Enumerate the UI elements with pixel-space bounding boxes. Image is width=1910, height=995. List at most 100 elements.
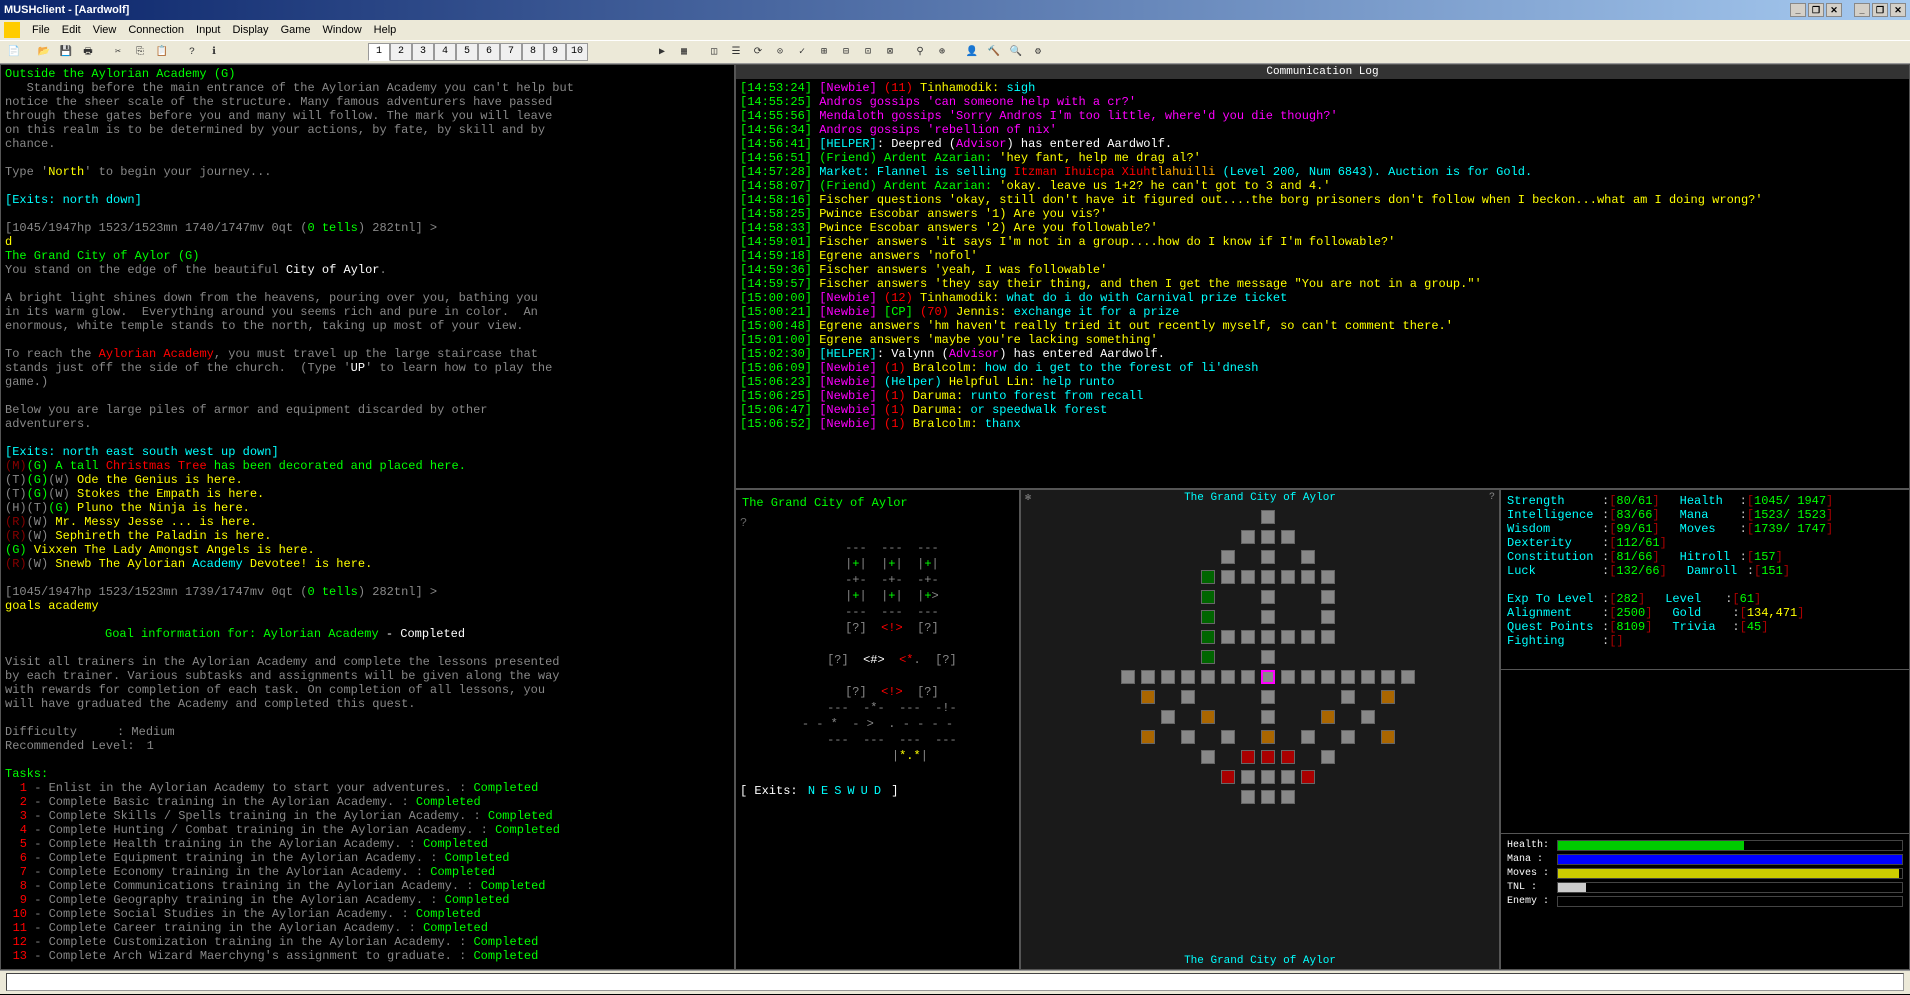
menu-display[interactable]: Display: [226, 22, 274, 38]
minimize-button[interactable]: _: [1790, 3, 1806, 17]
stats-block: Strength: [ 80/61]Health: [ 1045/ 1947]I…: [1501, 490, 1909, 670]
world-tab-7[interactable]: 7: [500, 43, 522, 61]
room-info-pane[interactable]: The Grand City of Aylor ? --- --- --- |+…: [735, 489, 1020, 970]
communication-log[interactable]: Communication Log [14:53:24] [Newbie] (1…: [735, 64, 1910, 489]
map-room: [1161, 710, 1175, 724]
graphical-map[interactable]: ✻ ? The Grand City of Aylor The Grand Ci…: [1020, 489, 1500, 970]
commlog-line: [15:06:52] [Newbie] (1) Bralcolm: thanx: [740, 417, 1905, 431]
map-room: [1401, 670, 1415, 684]
toolbar-icon-i[interactable]: ⊠: [880, 42, 900, 62]
toolbar-icon-f[interactable]: ⊞: [814, 42, 834, 62]
toolbar-icon-a[interactable]: ◫: [704, 42, 724, 62]
world-tab-9[interactable]: 9: [544, 43, 566, 61]
commlog-line: [15:06:47] [Newbie] (1) Daruma: or speed…: [740, 403, 1905, 417]
map-room: [1321, 710, 1335, 724]
toolbar-copy-icon[interactable]: ⎘: [130, 42, 150, 62]
map-room: [1141, 730, 1155, 744]
map-room: [1321, 630, 1335, 644]
commlog-line: [14:57:28] Market: Flannel is selling It…: [740, 165, 1905, 179]
commlog-line: [15:00:21] [Newbie] [CP] (70) Jennis: ex…: [740, 305, 1905, 319]
toolbar-icon-k[interactable]: ⊕: [932, 42, 952, 62]
map-room: [1321, 610, 1335, 624]
map-room: [1201, 650, 1215, 664]
toolbar-icon-d[interactable]: ⊙: [770, 42, 790, 62]
mdi-minimize-button[interactable]: _: [1854, 3, 1870, 17]
map-room: [1261, 730, 1275, 744]
toolbar-icon-b[interactable]: ☰: [726, 42, 746, 62]
commlog-line: [15:02:30] [HELPER]: Valynn (Advisor) ha…: [740, 347, 1905, 361]
map-room: [1281, 750, 1295, 764]
mdi-restore-button[interactable]: ❐: [1872, 3, 1888, 17]
map-room: [1261, 670, 1275, 684]
world-tab-10[interactable]: 10: [566, 43, 588, 61]
map-room: [1201, 710, 1215, 724]
map-room: [1261, 750, 1275, 764]
map-title: The Grand City of Aylor: [1021, 492, 1499, 504]
commlog-line: [14:55:25] Andros gossips 'can someone h…: [740, 95, 1905, 109]
toolbar-person-icon[interactable]: 👤: [962, 42, 982, 62]
toolbar-icon-g[interactable]: ⊟: [836, 42, 856, 62]
world-tab-2[interactable]: 2: [390, 43, 412, 61]
close-button[interactable]: ✕: [1826, 3, 1842, 17]
restore-button[interactable]: ❐: [1808, 3, 1824, 17]
toolbar-hammer-icon[interactable]: 🔨: [984, 42, 1004, 62]
map-room: [1261, 690, 1275, 704]
toolbar-save-icon[interactable]: 💾: [56, 42, 76, 62]
commlog-line: [14:59:36] Fischer answers 'yeah, I was …: [740, 263, 1905, 277]
commlog-line: [15:01:00] Egrene answers 'maybe you're …: [740, 333, 1905, 347]
commlog-line: [14:59:57] Fischer answers 'they say the…: [740, 277, 1905, 291]
world-tab-3[interactable]: 3: [412, 43, 434, 61]
menu-game[interactable]: Game: [275, 22, 317, 38]
world-tab-8[interactable]: 8: [522, 43, 544, 61]
map-room: [1301, 770, 1315, 784]
map-room: [1221, 670, 1235, 684]
map-room: [1201, 630, 1215, 644]
commlog-line: [14:56:41] [HELPER]: Deepred (Advisor) h…: [740, 137, 1905, 151]
toolbar-search-icon[interactable]: 🔍: [1006, 42, 1026, 62]
commlog-line: [14:58:07] (Friend) Ardent Azarian: 'oka…: [740, 179, 1905, 193]
map-room: [1241, 630, 1255, 644]
toolbar-help-icon[interactable]: ?: [182, 42, 202, 62]
stat-bar-health: Health:: [1507, 840, 1903, 851]
menu-file[interactable]: File: [26, 22, 56, 38]
commlog-line: [15:06:25] [Newbie] (1) Daruma: runto fo…: [740, 389, 1905, 403]
toolbar-action1-icon[interactable]: ▶: [652, 42, 672, 62]
toolbar-icon-h[interactable]: ⊡: [858, 42, 878, 62]
menu-view[interactable]: View: [87, 22, 123, 38]
menu-connection[interactable]: Connection: [122, 22, 190, 38]
command-input[interactable]: [6, 973, 1904, 991]
main-output[interactable]: Outside the Aylorian Academy (G) Standin…: [0, 64, 735, 970]
toolbar-gear-icon[interactable]: ⚙: [1028, 42, 1048, 62]
map-room: [1261, 610, 1275, 624]
menu-window[interactable]: Window: [317, 22, 368, 38]
world-tab-6[interactable]: 6: [478, 43, 500, 61]
window-controls: _ ❐ ✕ _ ❐ ✕: [1790, 3, 1906, 17]
toolbar-icon-c[interactable]: ⟳: [748, 42, 768, 62]
help-icon[interactable]: ?: [740, 516, 1015, 530]
toolbar-open-icon[interactable]: 📂: [34, 42, 54, 62]
toolbar-cut-icon[interactable]: ✂: [108, 42, 128, 62]
toolbar-paste-icon[interactable]: 📋: [152, 42, 172, 62]
toolbar-icon-e[interactable]: ✓: [792, 42, 812, 62]
toolbar-new-icon[interactable]: 📄: [4, 42, 24, 62]
world-tab-1[interactable]: 1: [368, 43, 390, 61]
toolbar-print-icon[interactable]: 🖶: [78, 42, 98, 62]
map-room: [1241, 670, 1255, 684]
toolbar-icon-j[interactable]: ⚲: [910, 42, 930, 62]
title-bar: MUSHclient - [Aardwolf] _ ❐ ✕ _ ❐ ✕: [0, 0, 1910, 20]
menu-help[interactable]: Help: [368, 22, 403, 38]
commlog-line: [15:06:09] [Newbie] (1) Bralcolm: how do…: [740, 361, 1905, 375]
map-room: [1221, 630, 1235, 644]
mdi-close-button[interactable]: ✕: [1890, 3, 1906, 17]
menu-edit[interactable]: Edit: [56, 22, 87, 38]
commlog-line: [14:56:34] Andros gossips 'rebellion of …: [740, 123, 1905, 137]
commlog-line: [14:56:51] (Friend) Ardent Azarian: 'hey…: [740, 151, 1905, 165]
toolbar-info-icon[interactable]: ℹ: [204, 42, 224, 62]
map-room: [1221, 570, 1235, 584]
map-room: [1261, 770, 1275, 784]
exits-line: [ Exits: NESWUD ]: [740, 784, 1015, 798]
menu-input[interactable]: Input: [190, 22, 226, 38]
world-tab-4[interactable]: 4: [434, 43, 456, 61]
world-tab-5[interactable]: 5: [456, 43, 478, 61]
toolbar-action2-icon[interactable]: ▦: [674, 42, 694, 62]
